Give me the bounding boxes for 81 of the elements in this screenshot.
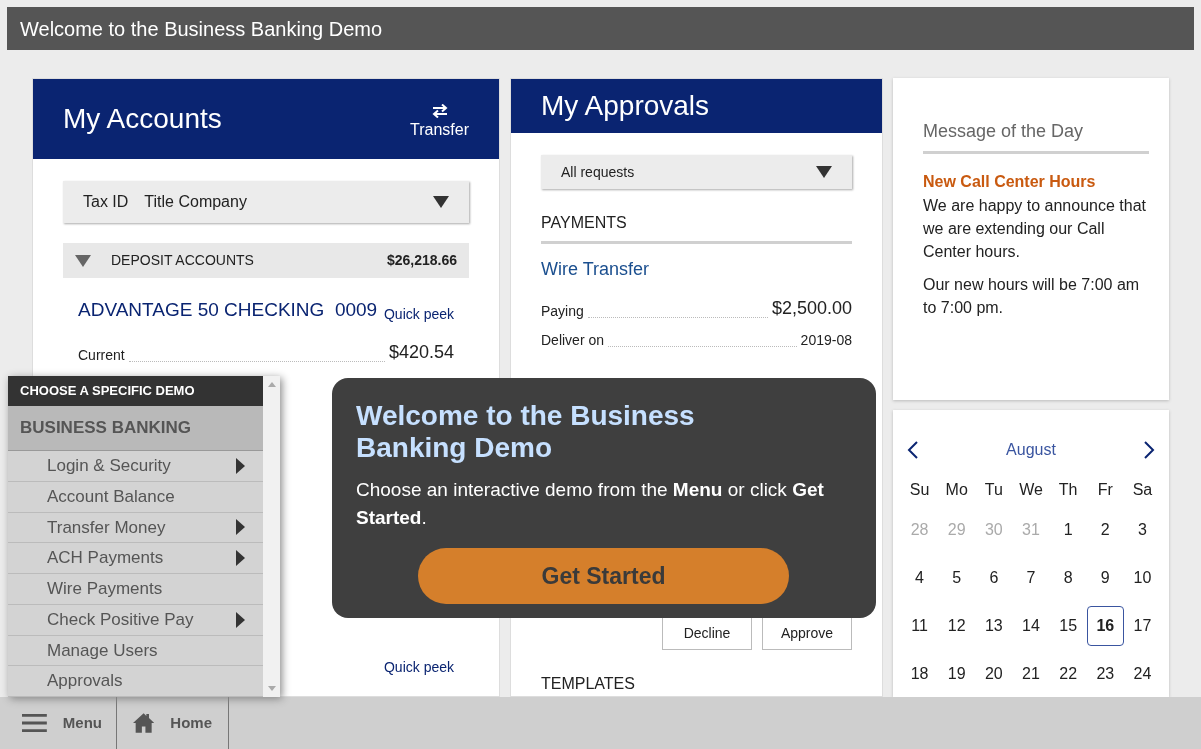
calendar-day[interactable]: 6 bbox=[975, 558, 1013, 598]
chevron-left-icon[interactable] bbox=[907, 440, 919, 460]
welcome-text: Choose an interactive demo from the Menu or click Get Started. bbox=[356, 478, 825, 530]
row-label: Current bbox=[78, 345, 125, 365]
calendar-day[interactable]: 3 bbox=[1123, 510, 1161, 550]
weekday-label: Fr bbox=[1096, 480, 1114, 500]
message-text: Our new hours will be 7:00 am to 7:00 pm. bbox=[923, 275, 1141, 318]
card-title: Message of the Day bbox=[923, 118, 1149, 154]
calendar-day[interactable]: 8 bbox=[1049, 558, 1087, 598]
dropdown-caret-icon bbox=[816, 166, 832, 178]
calendar-day[interactable]: 1 bbox=[1049, 510, 1087, 550]
weekday-label: Mo bbox=[944, 480, 969, 500]
dropdown-caret-icon bbox=[433, 196, 449, 208]
group-header[interactable]: DEPOSIT ACCOUNTS $26,218.66 bbox=[63, 243, 469, 278]
calendar-day[interactable]: 5 bbox=[938, 558, 976, 598]
chevron-right-icon[interactable] bbox=[1143, 440, 1155, 460]
swap-arrows-icon bbox=[430, 104, 449, 118]
page-title: Welcome to the Business Banking Demo bbox=[20, 16, 383, 42]
calendar-day[interactable]: 12 bbox=[938, 606, 976, 646]
calendar-day[interactable]: 11 bbox=[901, 606, 939, 646]
calendar-day[interactable]: 23 bbox=[1086, 654, 1124, 694]
calendar-day[interactable]: 18 bbox=[901, 654, 939, 694]
weekday-label: Su bbox=[908, 480, 931, 500]
calendar-day[interactable]: 16 bbox=[1086, 606, 1124, 646]
calendar-day[interactable]: 13 bbox=[975, 606, 1013, 646]
row-value: 2019-08 bbox=[800, 331, 852, 350]
calendar-day[interactable]: 21 bbox=[1012, 654, 1050, 694]
welcome-title: Welcome to the Business Banking Demo bbox=[356, 400, 696, 464]
menu-section-title: BUSINESS BANKING bbox=[20, 417, 191, 440]
row-value: $2,500.00 bbox=[771, 297, 852, 320]
weekday-label: Tu bbox=[983, 480, 1004, 500]
account-name-link[interactable]: ADVANTAGE 50 CHECKING 0009 bbox=[78, 296, 378, 325]
approve-button[interactable]: Approve bbox=[762, 616, 852, 650]
quick-peek-link[interactable]: Quick peek bbox=[383, 303, 454, 325]
company-select[interactable]: Tax ID Title Company bbox=[63, 181, 469, 223]
menu-icon bbox=[22, 713, 47, 733]
calendar-day[interactable]: 4 bbox=[901, 558, 939, 598]
group-total: $26,218.66 bbox=[386, 251, 457, 270]
calendar-day[interactable]: 15 bbox=[1049, 606, 1087, 646]
menu-header-text: CHOOSE A SPECIFIC DEMO bbox=[20, 382, 195, 401]
home-button[interactable]: Home bbox=[117, 697, 229, 749]
request-filter-select[interactable]: All requests bbox=[541, 155, 852, 189]
payment-name-link[interactable]: Wire Transfer bbox=[541, 256, 852, 283]
submenu-arrow-icon bbox=[236, 550, 245, 567]
month-label: August bbox=[1006, 440, 1056, 460]
calendar-day[interactable]: 20 bbox=[975, 654, 1013, 694]
menu-item[interactable]: Transfer Money bbox=[8, 512, 263, 544]
calendar-day[interactable]: 22 bbox=[1049, 654, 1087, 694]
row-value: $420.54 bbox=[388, 340, 454, 364]
row-label: Deliver on bbox=[541, 331, 605, 350]
calendar-day[interactable]: 2 bbox=[1086, 510, 1124, 550]
section-heading: TEMPLATES bbox=[541, 674, 636, 694]
row-label: Paying bbox=[541, 302, 584, 321]
submenu-arrow-icon bbox=[236, 457, 245, 474]
calendar-day[interactable]: 14 bbox=[1012, 606, 1050, 646]
house-icon bbox=[133, 712, 155, 734]
submenu-arrow-icon bbox=[236, 611, 245, 628]
transfer-button[interactable]: Transfer bbox=[410, 104, 469, 142]
calendar-day[interactable]: 19 bbox=[938, 654, 976, 694]
message-text: We are happy to announce that we are extending our Call Center hours. bbox=[923, 196, 1147, 262]
menu-item[interactable]: Login & Security bbox=[8, 451, 263, 482]
quick-peek-link[interactable]: Quick peek bbox=[383, 657, 454, 678]
menu-item[interactable]: Check Positive Pay bbox=[8, 604, 263, 636]
calendar-day[interactable]: 9 bbox=[1086, 558, 1124, 598]
panel-title: My Approvals bbox=[541, 89, 710, 123]
weekday-label: We bbox=[1018, 480, 1044, 500]
section-heading: PAYMENTS bbox=[541, 211, 852, 244]
weekday-label: Sa bbox=[1131, 480, 1154, 500]
calendar-day[interactable]: 24 bbox=[1123, 654, 1161, 694]
calendar-day[interactable]: 10 bbox=[1123, 558, 1161, 598]
group-name: DEPOSIT ACCOUNTS bbox=[111, 251, 255, 270]
menu-item[interactable]: ACH Payments bbox=[8, 543, 263, 574]
decline-button[interactable]: Decline bbox=[662, 616, 752, 650]
panel-title: My Accounts bbox=[63, 102, 222, 136]
calendar-day[interactable]: 17 bbox=[1123, 606, 1161, 646]
menu-button[interactable]: Menu bbox=[8, 697, 117, 749]
message-headline: New Call Center Hours bbox=[923, 172, 1097, 192]
calendar-day[interactable]: 7 bbox=[1012, 558, 1050, 598]
weekday-label: Th bbox=[1057, 480, 1079, 500]
submenu-arrow-icon bbox=[236, 519, 245, 536]
get-started-button[interactable]: Get Started bbox=[418, 548, 789, 604]
